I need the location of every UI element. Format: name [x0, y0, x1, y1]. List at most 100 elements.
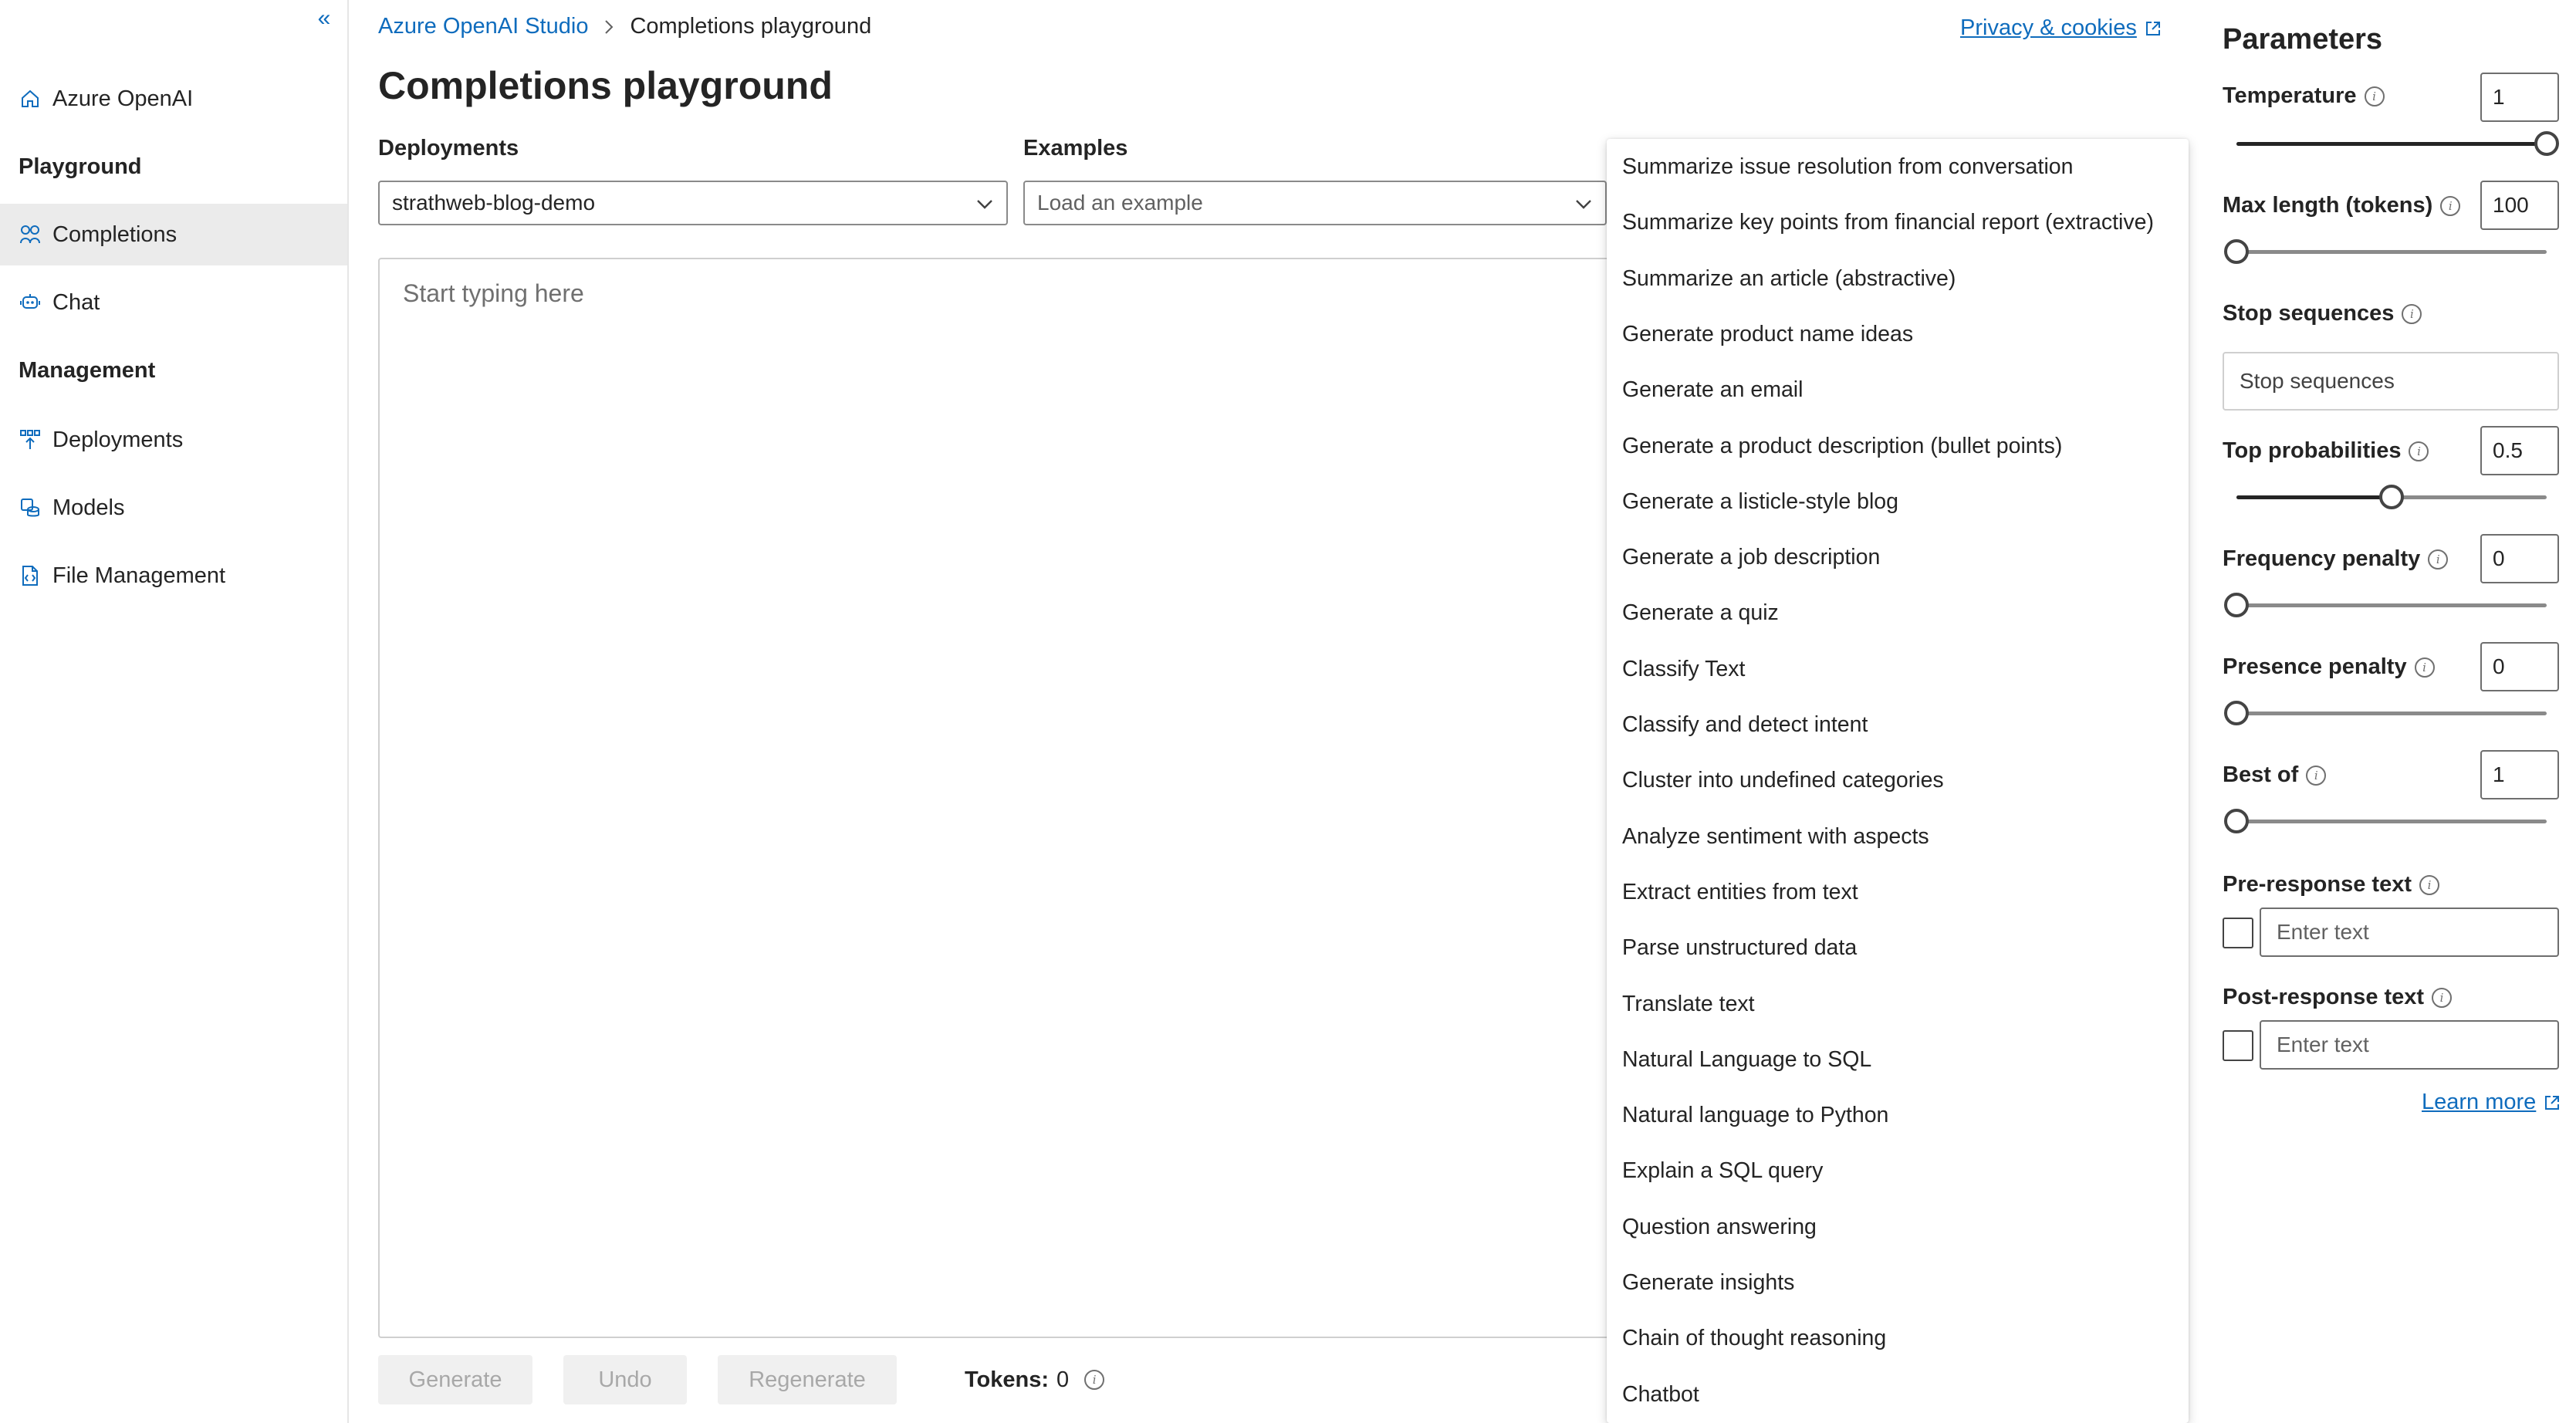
top-probabilities-label-text: Top probabilities [2223, 438, 2402, 463]
frequency-penalty-input[interactable]: 0 [2480, 534, 2559, 583]
home-icon [19, 87, 42, 110]
frequency-penalty-slider[interactable] [2224, 593, 2547, 617]
regenerate-button[interactable]: Regenerate [718, 1355, 897, 1404]
learn-more-link[interactable]: Learn more [2422, 1090, 2561, 1115]
info-icon[interactable]: i [2364, 86, 2385, 106]
chat-bot-icon [19, 291, 42, 314]
max-length-slider[interactable] [2224, 239, 2547, 264]
chevron-down-icon [974, 193, 996, 215]
sidebar-item-label: Deployments [52, 427, 184, 452]
best-of-label: Best of i [2223, 762, 2327, 788]
info-icon[interactable]: i [2409, 441, 2429, 461]
examples-menu-item[interactable]: Question answering [1622, 1204, 2178, 1250]
pre-response-checkbox[interactable] [2223, 918, 2253, 948]
examples-menu-item[interactable]: Generate a job description [1622, 534, 2178, 580]
info-icon[interactable]: i [2402, 303, 2422, 324]
breadcrumb-root-link[interactable]: Azure OpenAI Studio [378, 14, 588, 39]
max-length-input[interactable]: 100 [2480, 181, 2559, 230]
token-counter: Tokens: 0 i [965, 1355, 1105, 1404]
sidebar-item-models[interactable]: Models [0, 477, 347, 539]
presence-penalty-label-text: Presence penalty [2223, 654, 2407, 679]
playground-heading: Playground [19, 154, 142, 179]
examples-menu-item[interactable]: Generate a listicle-style blog [1622, 478, 2178, 525]
deployments-dropdown[interactable]: strathweb-blog-demo [378, 181, 1008, 225]
pre-response-input[interactable]: Enter text [2260, 908, 2559, 957]
slider-thumb[interactable] [2379, 485, 2404, 509]
examples-menu-item[interactable]: Generate an email [1622, 367, 2178, 413]
examples-menu-item[interactable]: Extract entities from text [1622, 869, 2178, 915]
examples-menu-item[interactable]: Translate text [1622, 981, 2178, 1027]
external-link-icon [2544, 1094, 2561, 1111]
examples-menu-item[interactable]: Generate a product description (bullet p… [1622, 423, 2178, 469]
best-of-input[interactable]: 1 [2480, 750, 2559, 799]
top-probabilities-input[interactable]: 0.5 [2480, 426, 2559, 475]
external-link-icon [2145, 20, 2162, 37]
sidebar-item-completions[interactable]: Completions [0, 204, 347, 265]
sidebar-item-chat[interactable]: Chat [0, 272, 347, 333]
generate-button[interactable]: Generate [378, 1355, 532, 1404]
examples-menu-item[interactable]: Generate insights [1622, 1259, 2178, 1306]
examples-menu-item[interactable]: Chatbot [1622, 1371, 2178, 1418]
presence-penalty-input[interactable]: 0 [2480, 642, 2559, 691]
pre-response-label-text: Pre-response text [2223, 872, 2412, 897]
info-icon[interactable]: i [2419, 874, 2439, 895]
info-icon[interactable]: i [2414, 657, 2435, 678]
slider-thumb[interactable] [2534, 131, 2559, 156]
examples-menu-item[interactable]: Classify Text [1622, 646, 2178, 692]
examples-menu-item[interactable]: Natural Language to SQL [1622, 1036, 2178, 1083]
stop-sequences-input[interactable]: Stop sequences [2223, 352, 2559, 411]
post-response-checkbox[interactable] [2223, 1030, 2253, 1061]
sidebar-item-azure-openai[interactable]: Azure OpenAI [0, 68, 347, 130]
examples-dropdown[interactable]: Load an example [1023, 181, 1607, 225]
sidebar-item-file-management[interactable]: File Management [0, 545, 347, 607]
top-probabilities-label: Top probabilities i [2223, 438, 2429, 464]
info-icon[interactable]: i [2440, 195, 2461, 216]
examples-menu-item[interactable]: Natural language to Python [1622, 1092, 2178, 1138]
collapse-sidebar-icon[interactable]: « [312, 5, 336, 32]
examples-menu-item[interactable]: Summarize issue resolution from conversa… [1622, 144, 2178, 190]
best-of-slider[interactable] [2224, 809, 2547, 833]
slider-thumb[interactable] [2224, 593, 2249, 617]
examples-menu-item[interactable]: Analyze sentiment with aspects [1622, 813, 2178, 860]
slider-fill [2236, 142, 2547, 146]
page-title: Completions playground [378, 64, 833, 107]
breadcrumb-current: Completions playground [630, 14, 872, 39]
examples-menu-item[interactable]: Chain of thought reasoning [1622, 1315, 2178, 1361]
frequency-penalty-label-text: Frequency penalty [2223, 546, 2421, 571]
examples-menu-item[interactable]: Summarize an article (abstractive) [1622, 255, 2178, 302]
best-of-label-text: Best of [2223, 762, 2299, 787]
presence-penalty-slider[interactable] [2224, 701, 2547, 725]
sidebar-item-deployments[interactable]: Deployments [0, 409, 347, 471]
models-icon [19, 496, 42, 519]
chevron-down-icon [1573, 193, 1594, 215]
post-response-input[interactable]: Enter text [2260, 1020, 2559, 1070]
completions-icon [19, 223, 42, 246]
examples-menu-item[interactable]: Parse unstructured data [1622, 924, 2178, 971]
post-response-label: Post-response text i [2223, 985, 2453, 1010]
slider-thumb[interactable] [2224, 239, 2249, 264]
temperature-label: Temperature i [2223, 83, 2385, 109]
info-icon[interactable]: i [2428, 549, 2449, 570]
slider-thumb[interactable] [2224, 809, 2249, 833]
privacy-link[interactable]: Privacy & cookies [1960, 15, 2162, 41]
examples-menu-item[interactable]: Generate a quiz [1622, 590, 2178, 636]
info-icon[interactable]: i [2306, 765, 2327, 786]
examples-menu-item[interactable]: Summarize key points from financial repo… [1622, 199, 2178, 245]
slider-fill [2236, 495, 2392, 499]
deployments-selected-value: strathweb-blog-demo [392, 191, 596, 215]
examples-menu-item[interactable]: Classify and detect intent [1622, 701, 2178, 748]
top-probabilities-slider[interactable] [2236, 485, 2547, 509]
info-icon[interactable]: i [2432, 987, 2453, 1008]
undo-button[interactable]: Undo [563, 1355, 687, 1404]
sidebar-item-label: Completions [52, 221, 177, 247]
breadcrumb: Azure OpenAI Studio Completions playgrou… [378, 14, 871, 39]
examples-menu-item[interactable]: Explain a SQL query [1622, 1148, 2178, 1194]
temperature-slider[interactable] [2236, 131, 2559, 156]
examples-menu-item[interactable]: Cluster into undefined categories [1622, 757, 2178, 803]
temperature-input[interactable]: 1 [2480, 73, 2559, 122]
examples-menu-item[interactable]: Generate product name ideas [1622, 311, 2178, 357]
info-icon[interactable]: i [1084, 1370, 1105, 1390]
slider-thumb[interactable] [2224, 701, 2249, 725]
sidebar-item-label: Chat [52, 289, 100, 315]
frequency-penalty-label: Frequency penalty i [2223, 546, 2449, 572]
